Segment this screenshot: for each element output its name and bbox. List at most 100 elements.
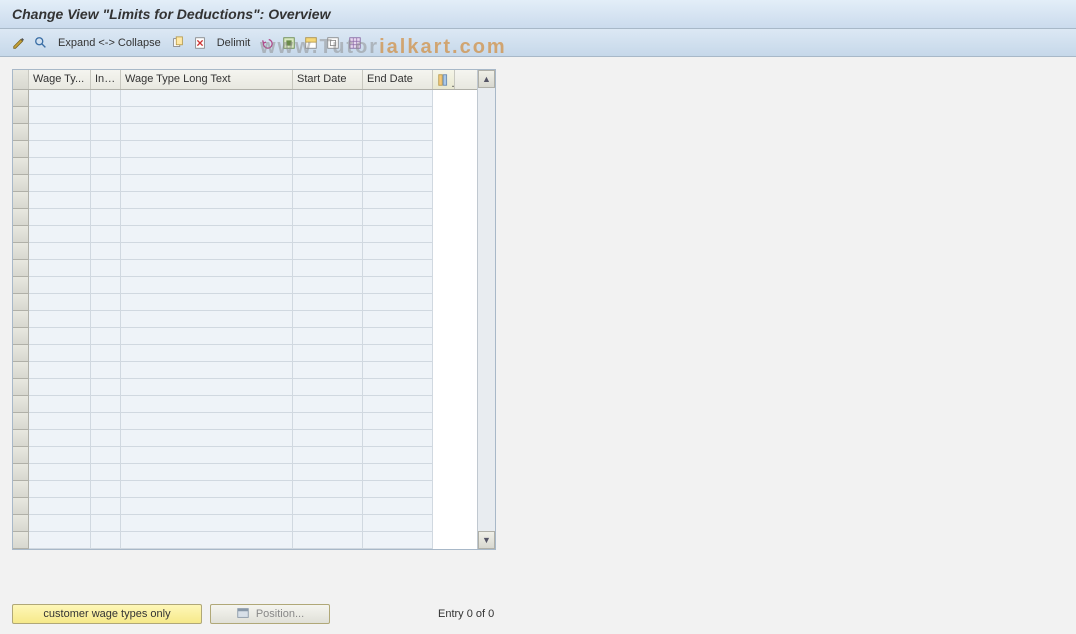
cell-wage-type[interactable]	[29, 192, 91, 209]
row-selector[interactable]	[13, 90, 29, 107]
cell-wage-type[interactable]	[29, 464, 91, 481]
select-all-icon[interactable]	[280, 34, 298, 52]
cell-inf[interactable]	[91, 379, 121, 396]
cell-start-date[interactable]	[293, 141, 363, 158]
cell-start-date[interactable]	[293, 464, 363, 481]
cell-inf[interactable]	[91, 362, 121, 379]
cell-start-date[interactable]	[293, 311, 363, 328]
cell-inf[interactable]	[91, 209, 121, 226]
cell-inf[interactable]	[91, 226, 121, 243]
cell-long-text[interactable]	[121, 311, 293, 328]
row-selector[interactable]	[13, 362, 29, 379]
cell-long-text[interactable]	[121, 447, 293, 464]
customer-wage-types-button[interactable]: customer wage types only	[12, 604, 202, 624]
row-selector[interactable]	[13, 430, 29, 447]
cell-start-date[interactable]	[293, 260, 363, 277]
cell-start-date[interactable]	[293, 396, 363, 413]
cell-start-date[interactable]	[293, 328, 363, 345]
cell-inf[interactable]	[91, 243, 121, 260]
col-long-text[interactable]: Wage Type Long Text	[121, 70, 293, 89]
cell-wage-type[interactable]	[29, 277, 91, 294]
row-selector[interactable]	[13, 124, 29, 141]
cell-wage-type[interactable]	[29, 124, 91, 141]
cell-wage-type[interactable]	[29, 379, 91, 396]
cell-wage-type[interactable]	[29, 362, 91, 379]
cell-inf[interactable]	[91, 124, 121, 141]
col-wage-type[interactable]: Wage Ty...	[29, 70, 91, 89]
row-selector[interactable]	[13, 277, 29, 294]
configure-columns-icon[interactable]	[433, 70, 455, 89]
cell-long-text[interactable]	[121, 158, 293, 175]
cell-long-text[interactable]	[121, 481, 293, 498]
row-selector[interactable]	[13, 192, 29, 209]
cell-start-date[interactable]	[293, 430, 363, 447]
table-row[interactable]	[13, 447, 477, 464]
cell-long-text[interactable]	[121, 532, 293, 549]
cell-wage-type[interactable]	[29, 396, 91, 413]
cell-end-date[interactable]	[363, 226, 433, 243]
cell-inf[interactable]	[91, 498, 121, 515]
delimit-button[interactable]: Delimit	[213, 37, 255, 49]
cell-end-date[interactable]	[363, 464, 433, 481]
table-row[interactable]	[13, 277, 477, 294]
cell-start-date[interactable]	[293, 481, 363, 498]
cell-start-date[interactable]	[293, 532, 363, 549]
cell-inf[interactable]	[91, 311, 121, 328]
cell-inf[interactable]	[91, 192, 121, 209]
cell-wage-type[interactable]	[29, 311, 91, 328]
cell-inf[interactable]	[91, 175, 121, 192]
row-selector[interactable]	[13, 515, 29, 532]
cell-long-text[interactable]	[121, 141, 293, 158]
table-row[interactable]	[13, 515, 477, 532]
cell-start-date[interactable]	[293, 107, 363, 124]
table-row[interactable]	[13, 90, 477, 107]
cell-inf[interactable]	[91, 107, 121, 124]
col-start-date[interactable]: Start Date	[293, 70, 363, 89]
cell-long-text[interactable]	[121, 243, 293, 260]
table-row[interactable]	[13, 345, 477, 362]
table-settings-icon[interactable]	[346, 34, 364, 52]
cell-end-date[interactable]	[363, 175, 433, 192]
cell-end-date[interactable]	[363, 311, 433, 328]
cell-wage-type[interactable]	[29, 260, 91, 277]
cell-end-date[interactable]	[363, 260, 433, 277]
table-row[interactable]	[13, 158, 477, 175]
cell-inf[interactable]	[91, 430, 121, 447]
cell-long-text[interactable]	[121, 396, 293, 413]
cell-end-date[interactable]	[363, 396, 433, 413]
cell-inf[interactable]	[91, 345, 121, 362]
cell-wage-type[interactable]	[29, 90, 91, 107]
cell-wage-type[interactable]	[29, 430, 91, 447]
cell-inf[interactable]	[91, 277, 121, 294]
row-selector[interactable]	[13, 175, 29, 192]
cell-end-date[interactable]	[363, 107, 433, 124]
cell-end-date[interactable]	[363, 362, 433, 379]
row-selector[interactable]	[13, 311, 29, 328]
cell-inf[interactable]	[91, 90, 121, 107]
deselect-all-icon[interactable]	[324, 34, 342, 52]
cell-long-text[interactable]	[121, 379, 293, 396]
cell-long-text[interactable]	[121, 107, 293, 124]
cell-inf[interactable]	[91, 260, 121, 277]
cell-long-text[interactable]	[121, 90, 293, 107]
cell-wage-type[interactable]	[29, 226, 91, 243]
table-row[interactable]	[13, 532, 477, 549]
cell-end-date[interactable]	[363, 430, 433, 447]
cell-wage-type[interactable]	[29, 413, 91, 430]
cell-start-date[interactable]	[293, 243, 363, 260]
table-row[interactable]	[13, 430, 477, 447]
cell-long-text[interactable]	[121, 430, 293, 447]
cell-end-date[interactable]	[363, 498, 433, 515]
table-row[interactable]	[13, 498, 477, 515]
cell-long-text[interactable]	[121, 464, 293, 481]
cell-long-text[interactable]	[121, 498, 293, 515]
cell-end-date[interactable]	[363, 277, 433, 294]
cell-inf[interactable]	[91, 515, 121, 532]
cell-long-text[interactable]	[121, 226, 293, 243]
table-row[interactable]	[13, 396, 477, 413]
cell-long-text[interactable]	[121, 260, 293, 277]
cell-end-date[interactable]	[363, 192, 433, 209]
table-row[interactable]	[13, 209, 477, 226]
cell-long-text[interactable]	[121, 515, 293, 532]
table-row[interactable]	[13, 124, 477, 141]
